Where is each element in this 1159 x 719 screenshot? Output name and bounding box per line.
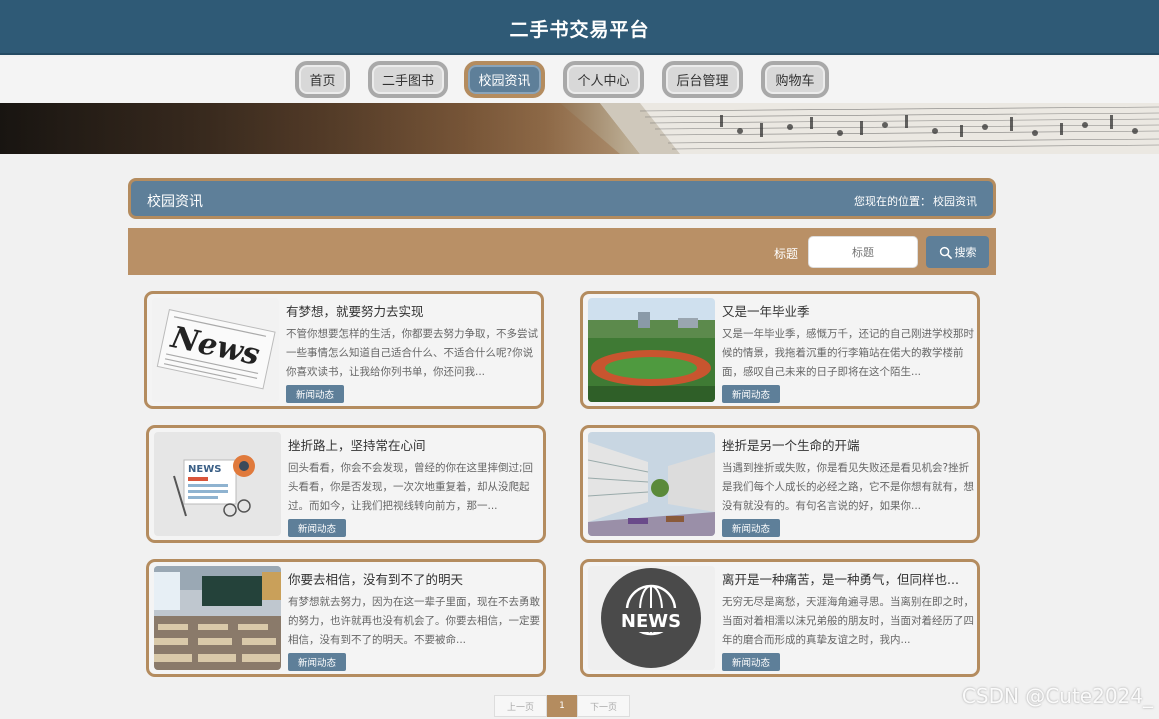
svg-text:NEWS: NEWS — [621, 611, 681, 632]
news-category-tag[interactable]: 新闻动态 — [722, 653, 780, 671]
section-title: 校园资讯 — [147, 194, 203, 210]
news-thumbnail-campus-buildings — [588, 432, 715, 536]
news-card[interactable]: 又是一年毕业季 又是一年毕业季，感慨万千，还记的自己刚进学校那时候的情景，我拖着… — [580, 291, 980, 409]
breadcrumb-prefix: 您现在的位置： — [854, 195, 931, 208]
nav-item-profile[interactable]: 个人中心 — [563, 61, 644, 98]
news-summary: 无穷无尽是离愁，天涯海角遍寻思。当离别在即之时，当面对着相濡以沫兄弟般的朋友时，… — [722, 596, 974, 646]
news-title[interactable]: 有梦想，就要努力去实现 — [286, 301, 538, 320]
search-label: 标题 — [774, 247, 799, 261]
news-card[interactable]: 你要去相信，没有到不了的明天 有梦想就去努力，因为在这一辈子里面，现在不去勇敢的… — [146, 559, 546, 677]
search-button-label: 搜索 — [954, 246, 977, 259]
news-thumbnail-classroom — [154, 566, 281, 670]
news-category-tag[interactable]: 新闻动态 — [288, 519, 346, 537]
news-summary: 不管你想要怎样的生活，你都要去努力争取，不多尝试一些事情怎么知道自己适合什么、不… — [286, 328, 538, 378]
news-title[interactable]: 又是一年毕业季 — [722, 301, 974, 320]
top-header: 二手书交易平台 — [0, 0, 1159, 55]
news-title[interactable]: 挫折路上，坚持常在心间 — [288, 435, 540, 454]
pagination: 上一页 1 下一页 — [494, 695, 630, 717]
watermark: CSDN @Cute2024_ — [961, 684, 1153, 708]
news-thumbnail-illustration: NEWS — [154, 432, 281, 536]
search-button[interactable]: 搜索 — [926, 236, 989, 268]
svg-text:NEWS: NEWS — [188, 464, 221, 475]
page-number-current[interactable]: 1 — [547, 695, 577, 717]
news-category-tag[interactable]: 新闻动态 — [722, 519, 780, 537]
news-thumbnail-campus-track — [588, 298, 715, 402]
search-bar: 标题 搜索 — [128, 228, 996, 275]
news-card[interactable]: NEWS 离开是一种痛苦，是一种勇气，但同样也... 无穷无尽是离愁，天涯海角遍… — [580, 559, 980, 677]
news-summary: 又是一年毕业季，感慨万千，还记的自己刚进学校那时候的情景，我拖着沉重的行李箱站在… — [722, 328, 974, 378]
breadcrumb-current[interactable]: 校园资讯 — [933, 195, 977, 208]
nav-item-campus-news[interactable]: 校园资讯 — [464, 61, 545, 98]
news-card[interactable]: NEWS 挫折路上，坚持常在心间 回头看看，你会不会发现，曾经的你在这里摔倒过;… — [146, 425, 546, 543]
nav-item-cart[interactable]: 购物车 — [761, 61, 829, 98]
news-title[interactable]: 挫折是另一个生命的开端 — [722, 435, 974, 454]
nav-item-books[interactable]: 二手图书 — [368, 61, 448, 98]
news-card[interactable]: 挫折是另一个生命的开端 当遇到挫折或失败，你是看见失败还是看见机会?挫折是我们每… — [580, 425, 980, 543]
search-icon — [939, 246, 952, 259]
main-nav: 首页 二手图书 校园资讯 个人中心 后台管理 购物车 — [0, 57, 1159, 103]
search-input[interactable] — [808, 236, 918, 268]
breadcrumb: 您现在的位置： 校园资讯 — [852, 193, 977, 209]
next-page-button[interactable]: 下一页 — [577, 695, 630, 717]
news-summary: 回头看看，你会不会发现，曾经的你在这里摔倒过;回头看看，你是否发现，一次次地重复… — [288, 462, 534, 512]
news-card[interactable]: News 有梦想，就要努力去实现 不管你想要怎样的生活，你都要去努力争取，不多尝… — [144, 291, 544, 409]
news-summary: 当遇到挫折或失败，你是看见失败还是看见机会?挫折是我们每个人成长的必经之路，它不… — [722, 462, 974, 512]
news-thumbnail-newspaper: News — [152, 298, 279, 402]
news-category-tag[interactable]: 新闻动态 — [722, 385, 780, 403]
banner-image — [0, 103, 1159, 154]
news-category-tag[interactable]: 新闻动态 — [286, 385, 344, 403]
news-title[interactable]: 离开是一种痛苦，是一种勇气，但同样也... — [722, 569, 974, 588]
site-title: 二手书交易平台 — [509, 19, 650, 41]
news-summary: 有梦想就去努力，因为在这一辈子里面，现在不去勇敢的努力，也许就再也没有机会了。你… — [288, 596, 540, 646]
nav-item-admin[interactable]: 后台管理 — [662, 61, 743, 98]
nav-item-home[interactable]: 首页 — [295, 61, 350, 98]
news-title[interactable]: 你要去相信，没有到不了的明天 — [288, 569, 540, 588]
news-thumbnail-globe: NEWS — [588, 566, 715, 670]
news-category-tag[interactable]: 新闻动态 — [288, 653, 346, 671]
prev-page-button[interactable]: 上一页 — [494, 695, 547, 717]
section-header: 校园资讯 您现在的位置： 校园资讯 — [128, 178, 996, 219]
